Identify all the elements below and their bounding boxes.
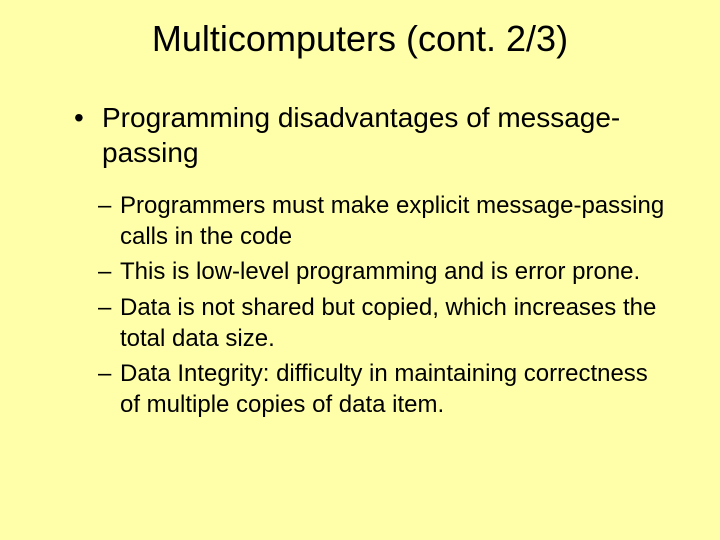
list-item: This is low-level programming and is err…	[98, 256, 670, 287]
bullet-text: Data Integrity: difficulty in maintainin…	[120, 360, 648, 418]
bullet-text: Programming disadvantages of message-pas…	[102, 102, 620, 168]
list-item: Programming disadvantages of message-pas…	[74, 100, 670, 170]
bullet-list-level2: Programmers must make explicit message-p…	[98, 190, 670, 420]
list-item: Data is not shared but copied, which inc…	[98, 292, 670, 354]
bullet-text: Programmers must make explicit message-p…	[120, 192, 664, 250]
list-item: Data Integrity: difficulty in maintainin…	[98, 358, 670, 420]
bullet-text: This is low-level programming and is err…	[120, 258, 640, 285]
slide-title: Multicomputers (cont. 2/3)	[50, 18, 670, 60]
bullet-text: Data is not shared but copied, which inc…	[120, 294, 656, 352]
bullet-list-level1: Programming disadvantages of message-pas…	[74, 100, 670, 170]
list-item: Programmers must make explicit message-p…	[98, 190, 670, 252]
slide: Multicomputers (cont. 2/3) Programming d…	[0, 0, 720, 540]
